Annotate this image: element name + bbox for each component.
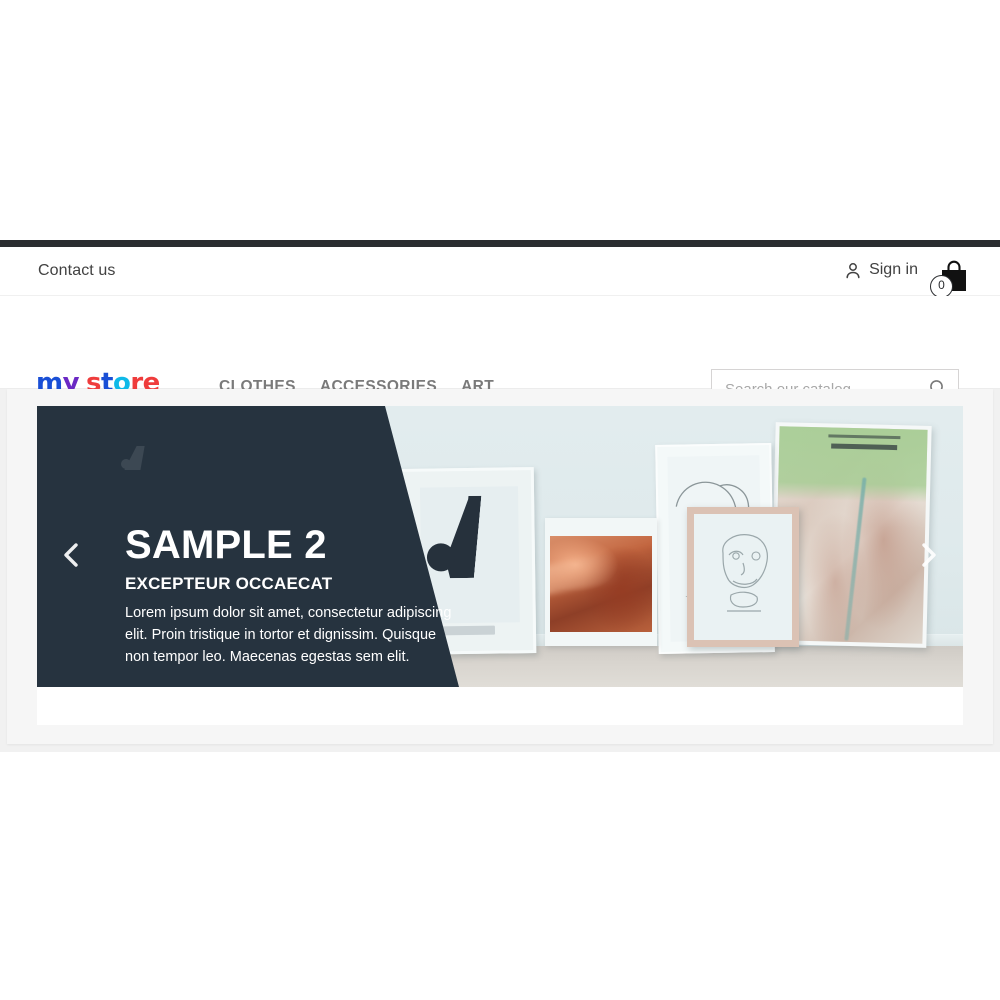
- sign-in-link[interactable]: Sign in: [845, 261, 918, 279]
- sign-in-label: Sign in: [869, 261, 918, 278]
- cart-button[interactable]: 0: [930, 259, 978, 301]
- slide-subtitle: EXCEPTEUR OCCAECAT: [125, 574, 333, 593]
- canyon-photo: [550, 536, 652, 632]
- contact-us-link[interactable]: Contact us: [38, 262, 115, 280]
- homepage-carousel[interactable]: SAMPLE 2 EXCEPTEUR OCCAECAT Lorem ipsum …: [37, 406, 963, 725]
- carousel-slide: SAMPLE 2 EXCEPTEUR OCCAECAT Lorem ipsum …: [37, 406, 963, 687]
- carousel-prev-button[interactable]: [55, 538, 89, 572]
- slide-caption: SAMPLE 2 EXCEPTEUR OCCAECAT Lorem ipsum …: [125, 524, 455, 668]
- chevron-left-icon: [55, 543, 89, 576]
- poster-face-line-drawing: [687, 507, 799, 647]
- chevron-right-icon: [911, 543, 945, 576]
- content-inner: SAMPLE 2 EXCEPTEUR OCCAECAT Lorem ipsum …: [7, 389, 993, 744]
- carousel-next-button[interactable]: [911, 538, 945, 572]
- header-nav: Contact us Sign in 0: [0, 247, 1000, 298]
- poster-canyon-photo: [545, 518, 657, 646]
- carousel-footer: [37, 687, 963, 725]
- top-dark-bar: [0, 240, 1000, 247]
- slide-title: SAMPLE 2: [125, 523, 327, 567]
- slide-body: Lorem ipsum dolor sit amet, consectetur …: [125, 605, 452, 665]
- site-band: Contact us Sign in 0 my store CLOTHES AC…: [0, 240, 1000, 752]
- header-main: my store CLOTHES ACCESSORIES ART: [0, 296, 1000, 408]
- brand-watermark-icon: [119, 444, 155, 474]
- page-root: Contact us Sign in 0 my store CLOTHES AC…: [0, 0, 1000, 1000]
- cart-count-badge: 0: [930, 275, 953, 298]
- user-icon: [845, 262, 861, 279]
- page-content: SAMPLE 2 EXCEPTEUR OCCAECAT Lorem ipsum …: [0, 389, 1000, 752]
